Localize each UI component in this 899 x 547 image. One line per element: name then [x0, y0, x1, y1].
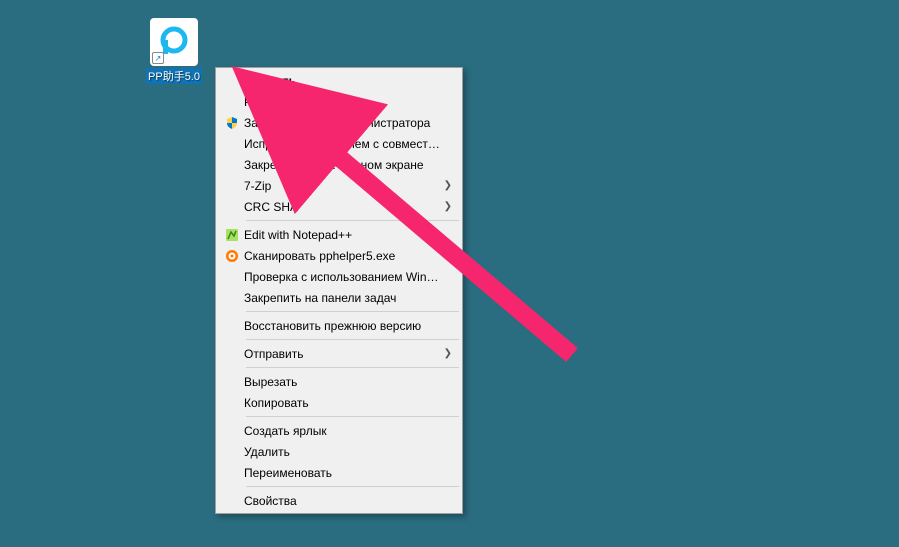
- avast-icon: [220, 247, 244, 265]
- menu-item[interactable]: Открыть: [218, 70, 460, 91]
- menu-item-label: Вырезать: [244, 375, 440, 389]
- context-menu: Открыть Расположение файла Запуск от имени…: [215, 67, 463, 514]
- menu-item-label: Удалить: [244, 445, 440, 459]
- menu-item[interactable]: Исправление проблем с совместимостью: [218, 133, 460, 154]
- menu-item[interactable]: CRC SHA ❯: [218, 196, 460, 217]
- shortcut-arrow-icon: ↗: [152, 52, 164, 64]
- menu-item-label: Закрепить на начальном экране: [244, 158, 440, 172]
- blank-icon: [220, 464, 244, 482]
- menu-item[interactable]: Восстановить прежнюю версию: [218, 315, 460, 336]
- blank-icon: [220, 177, 244, 195]
- menu-item-label: Создать ярлык: [244, 424, 440, 438]
- menu-item-label: Edit with Notepad++: [244, 228, 440, 242]
- menu-item[interactable]: Сканировать pphelper5.exe: [218, 245, 460, 266]
- menu-item-label: Закрепить на панели задач: [244, 291, 440, 305]
- blank-icon: [220, 135, 244, 153]
- blank-icon: [220, 443, 244, 461]
- blank-icon: [220, 317, 244, 335]
- menu-item-label: Копировать: [244, 396, 440, 410]
- menu-item-label: Восстановить прежнюю версию: [244, 319, 440, 333]
- menu-separator: [246, 486, 459, 487]
- desktop-shortcut[interactable]: ↗ PP助手5.0: [146, 18, 202, 84]
- blank-icon: [220, 72, 244, 90]
- notepadpp-icon: [220, 226, 244, 244]
- menu-item-label: Проверка с использованием Windows Defend…: [244, 270, 440, 284]
- menu-item[interactable]: Закрепить на панели задач: [218, 287, 460, 308]
- menu-item[interactable]: Удалить: [218, 441, 460, 462]
- chevron-right-icon: ❯: [444, 348, 452, 359]
- menu-item-label: 7-Zip: [244, 179, 440, 193]
- blank-icon: [220, 93, 244, 111]
- blank-icon: [220, 373, 244, 391]
- menu-item-label: CRC SHA: [244, 200, 440, 214]
- blank-icon: [220, 268, 244, 286]
- menu-item[interactable]: Переименовать: [218, 462, 460, 483]
- blank-icon: [220, 394, 244, 412]
- blank-icon: [220, 156, 244, 174]
- menu-separator: [246, 367, 459, 368]
- menu-item-label: Открыть: [244, 74, 440, 88]
- blank-icon: [220, 492, 244, 510]
- menu-item[interactable]: 7-Zip ❯: [218, 175, 460, 196]
- menu-separator: [246, 416, 459, 417]
- shield-icon: [220, 114, 244, 132]
- menu-item-label: Сканировать pphelper5.exe: [244, 249, 440, 263]
- menu-item[interactable]: Закрепить на начальном экране: [218, 154, 460, 175]
- menu-item[interactable]: Запуск от имени администратора: [218, 112, 460, 133]
- menu-item[interactable]: Отправить ❯: [218, 343, 460, 364]
- menu-item[interactable]: Создать ярлык: [218, 420, 460, 441]
- menu-item[interactable]: Расположение файла: [218, 91, 460, 112]
- blank-icon: [220, 345, 244, 363]
- menu-item-label: Запуск от имени администратора: [244, 116, 440, 130]
- chevron-right-icon: ❯: [444, 180, 452, 191]
- menu-item-label: Расположение файла: [244, 95, 440, 109]
- menu-separator: [246, 220, 459, 221]
- menu-item[interactable]: Вырезать: [218, 371, 460, 392]
- menu-item-label: Переименовать: [244, 466, 440, 480]
- menu-item[interactable]: Копировать: [218, 392, 460, 413]
- menu-item-label: Свойства: [244, 494, 440, 508]
- menu-item[interactable]: Свойства: [218, 490, 460, 511]
- blank-icon: [220, 422, 244, 440]
- desktop-shortcut-label: PP助手5.0: [146, 68, 202, 84]
- menu-item[interactable]: Проверка с использованием Windows Defend…: [218, 266, 460, 287]
- menu-item[interactable]: Edit with Notepad++: [218, 224, 460, 245]
- menu-item-label: Исправление проблем с совместимостью: [244, 137, 440, 151]
- blank-icon: [220, 289, 244, 307]
- blank-icon: [220, 198, 244, 216]
- app-icon: ↗: [150, 18, 198, 66]
- menu-item-label: Отправить: [244, 347, 440, 361]
- menu-separator: [246, 339, 459, 340]
- chevron-right-icon: ❯: [444, 201, 452, 212]
- menu-separator: [246, 311, 459, 312]
